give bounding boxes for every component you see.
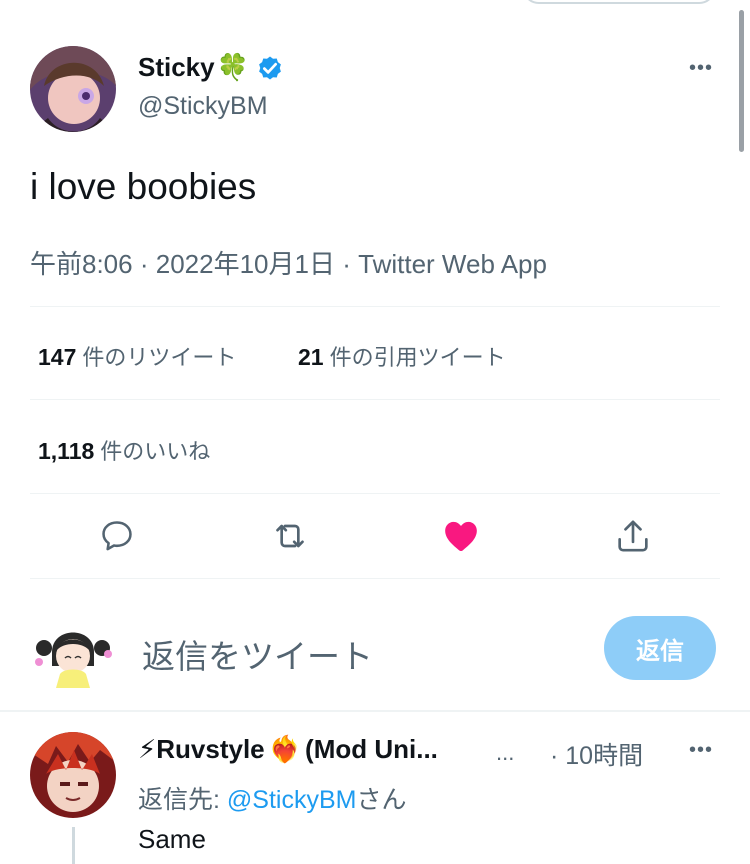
like-action-button[interactable] — [441, 516, 481, 556]
share-action-button[interactable] — [613, 516, 653, 556]
reply-more-options-icon[interactable]: ••• — [689, 740, 713, 760]
current-user-avatar[interactable] — [30, 606, 116, 692]
clover-emoji: 🍀 — [216, 52, 249, 82]
more-options-icon[interactable]: ••• — [689, 58, 713, 78]
author-avatar[interactable] — [30, 46, 116, 132]
reply-text: Same — [138, 824, 206, 854]
reply-author-avatar[interactable] — [30, 732, 116, 818]
lightning-emoji: ⚡ — [138, 734, 157, 764]
heart-icon — [445, 521, 477, 551]
share-icon — [618, 520, 648, 552]
verified-badge-icon — [255, 53, 285, 83]
likes-stat[interactable]: 1,118 件のいいね — [38, 434, 210, 466]
avatar-image — [30, 732, 116, 818]
reply-submit-button[interactable]: 返信 — [604, 616, 716, 680]
compose-reply-input[interactable]: 返信をツイート — [142, 630, 373, 678]
retweets-stat[interactable]: 147 件のリツイート — [38, 340, 236, 372]
separator-dot: · — [342, 249, 351, 279]
avatar-image — [35, 632, 112, 688]
tweet-date[interactable]: 2022年10月1日 — [156, 249, 335, 279]
avatar-image — [30, 46, 116, 132]
separator-dot: · — [139, 249, 149, 279]
author-name[interactable]: Sticky — [138, 52, 215, 83]
tweet-text: i love boobies — [30, 166, 257, 207]
retweet-icon — [276, 524, 304, 548]
reply-to-handle[interactable]: @StickyBM — [227, 786, 357, 814]
separator-dot: · — [550, 742, 559, 770]
reply-author-name-rest[interactable]: (Mod Uni... — [305, 734, 438, 765]
reply-to-prefix: 返信先: — [138, 786, 227, 814]
reply-to-suffix: さん — [356, 786, 407, 814]
thread-line — [72, 827, 75, 864]
retweets-count: 147 — [38, 344, 77, 370]
reply-author-name[interactable]: Ruvstyle — [156, 734, 264, 765]
author-handle[interactable]: @StickyBM — [138, 92, 268, 121]
retweet-action-button[interactable] — [270, 516, 310, 556]
scrollbar[interactable] — [739, 10, 744, 152]
retweets-label: 件のリツイート — [82, 345, 237, 370]
name-ellipsis: ... — [496, 740, 515, 765]
comment-icon — [102, 521, 132, 551]
quotes-stat[interactable]: 21 件の引用ツイート — [298, 340, 506, 372]
likes-label: 件のいいね — [100, 439, 211, 464]
divider — [30, 399, 720, 400]
reply-time[interactable]: 10時間 — [565, 742, 643, 770]
tweet-source[interactable]: Twitter Web App — [358, 249, 547, 279]
divider — [30, 578, 720, 579]
divider — [30, 493, 720, 494]
quotes-count: 21 — [298, 344, 324, 370]
divider — [0, 710, 750, 712]
likes-count: 1,118 — [38, 438, 95, 464]
heart-fire-emoji: ❤️‍🔥 — [268, 734, 302, 764]
tweet-time[interactable]: 午前8:06 — [30, 249, 133, 279]
follow-button-outline[interactable] — [522, 0, 716, 4]
reply-action-button[interactable] — [97, 516, 137, 556]
divider — [30, 306, 720, 307]
quotes-label: 件の引用ツイート — [329, 345, 506, 370]
